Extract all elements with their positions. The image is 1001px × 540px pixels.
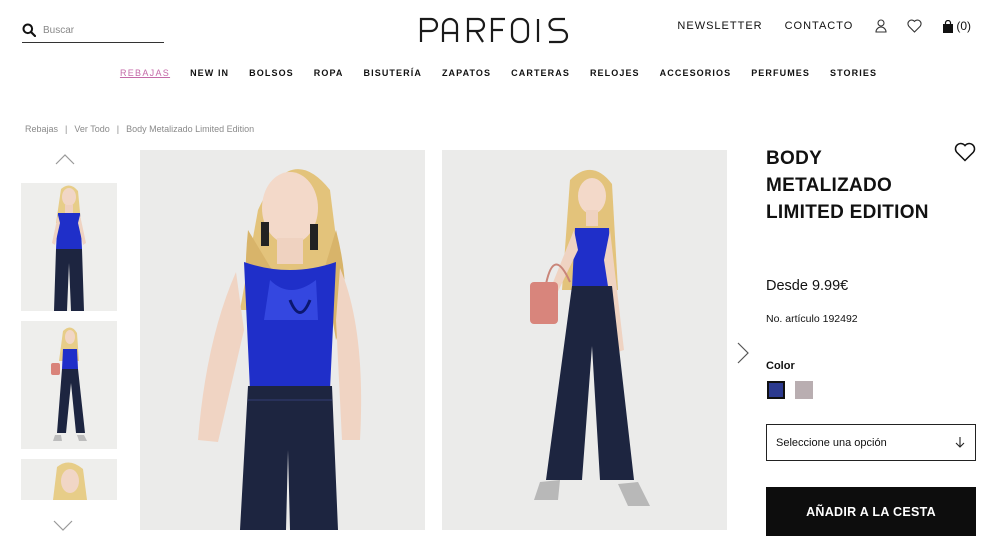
contact-link[interactable]: CONTACTO — [785, 20, 854, 32]
bag-icon — [943, 19, 954, 33]
nav-bisuteria[interactable]: BISUTERÍA — [364, 68, 422, 78]
logo[interactable] — [418, 16, 578, 44]
newsletter-link[interactable]: NEWSLETTER — [677, 20, 762, 32]
product-thumbnail-3[interactable] — [21, 459, 117, 500]
cart-button[interactable]: (0) — [942, 19, 971, 33]
user-icon[interactable] — [875, 19, 887, 33]
chevron-down-small-icon — [955, 437, 965, 448]
parfois-logo — [419, 17, 569, 44]
nav-zapatos[interactable]: ZAPATOS — [442, 68, 491, 78]
chevron-up-icon — [55, 154, 75, 165]
product-thumbnail-2[interactable] — [21, 321, 117, 449]
nav-accesorios[interactable]: ACCESORIOS — [660, 68, 732, 78]
heart-icon — [954, 142, 976, 162]
thumbnails-up-button[interactable] — [55, 152, 75, 165]
product-title: BODY METALIZADO LIMITED EDITION — [766, 148, 929, 223]
nav-ropa[interactable]: ROPA — [314, 68, 344, 78]
cart-count: (0) — [956, 19, 971, 33]
add-to-cart-button[interactable]: AÑADIR A LA CESTA — [766, 487, 976, 536]
search-bar[interactable] — [22, 18, 164, 43]
product-image-main[interactable] — [140, 150, 425, 530]
breadcrumb-item-ver-todo[interactable]: Ver Todo — [74, 124, 109, 134]
nav-perfumes[interactable]: PERFUMES — [751, 68, 810, 78]
header-links: NEWSLETTER CONTACTO (0) — [677, 17, 971, 35]
breadcrumb-separator: | — [116, 124, 120, 134]
wishlist-heart-icon[interactable] — [907, 19, 922, 33]
nav-bolsos[interactable]: BOLSOS — [249, 68, 294, 78]
breadcrumb: Rebajas | Ver Todo | Body Metalizado Lim… — [25, 124, 254, 134]
nav-relojes[interactable]: RELOJES — [590, 68, 640, 78]
color-swatch-blue[interactable] — [767, 381, 785, 399]
product-price: Desde 9.99€ — [766, 278, 849, 294]
thumbnails-down-button[interactable] — [53, 519, 73, 531]
color-label: Color — [766, 360, 795, 372]
article-number: No. artículo 192492 — [766, 313, 858, 325]
main-navigation: REBAJAS NEW IN BOLSOS ROPA BISUTERÍA ZAP… — [0, 68, 1001, 78]
nav-carteras[interactable]: CARTERAS — [511, 68, 570, 78]
chevron-right-icon — [737, 342, 749, 364]
color-swatch-grey[interactable] — [795, 381, 813, 399]
chevron-down-icon — [53, 520, 73, 531]
breadcrumb-separator: | — [65, 124, 68, 134]
nav-stories[interactable]: STORIES — [830, 68, 877, 78]
search-input[interactable] — [43, 24, 153, 36]
breadcrumb-item-current: Body Metalizado Limited Edition — [126, 124, 255, 134]
product-thumbnail-1[interactable] — [21, 183, 117, 311]
breadcrumb-item-rebajas[interactable]: Rebajas — [25, 124, 58, 134]
gallery-next-button[interactable] — [736, 342, 750, 364]
size-select[interactable]: Seleccione una opción — [766, 424, 976, 461]
search-icon — [22, 23, 36, 37]
size-select-value: Seleccione una opción — [776, 436, 887, 449]
nav-new-in[interactable]: NEW IN — [190, 68, 229, 78]
product-image-secondary[interactable] — [442, 150, 727, 530]
add-to-wishlist-button[interactable] — [954, 142, 976, 162]
nav-rebajas[interactable]: REBAJAS — [120, 68, 170, 78]
